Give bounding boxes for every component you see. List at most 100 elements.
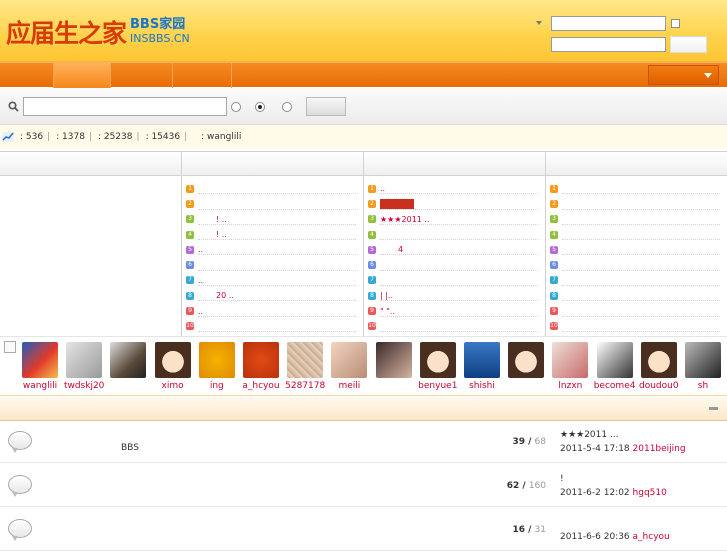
list-item[interactable]: 6 (550, 257, 720, 272)
search-button[interactable] (306, 97, 346, 116)
list-item[interactable]: 2 (186, 196, 356, 211)
last-post-title[interactable]: ★★★2011 ... (560, 430, 619, 440)
member-avatar[interactable] (596, 342, 633, 378)
forum-row[interactable]: 62 / 160! 2011-6-2 12:02 hgq510 (0, 465, 727, 507)
list-item[interactable]: 9 " ".. (368, 303, 538, 318)
login-button[interactable] (670, 36, 707, 53)
site-logo[interactable]: 应届生之家 BBS家园 INSBBS.CN (6, 12, 190, 52)
member-name[interactable]: twdskj20 (59, 381, 109, 391)
list-item[interactable]: 10 (186, 319, 356, 334)
nav-item-home[interactable] (54, 63, 111, 88)
member-avatar[interactable] (375, 342, 412, 378)
member-avatar[interactable] (552, 342, 589, 378)
nav-item-1[interactable] (0, 63, 54, 88)
list-item[interactable]: 4 (550, 227, 720, 242)
nav-item-3[interactable] (111, 63, 173, 88)
member-avatar[interactable] (508, 342, 545, 378)
member-name[interactable]: ximo (148, 381, 198, 391)
list-item[interactable]: 5.. (186, 242, 356, 257)
last-post-title[interactable]: ! (560, 474, 564, 484)
forum-row[interactable]: BBS 39 / 68 ★★★2011 ... 2011-5-4 17:18 2011… (0, 421, 727, 463)
member-name[interactable]: ing (192, 381, 242, 391)
list-item[interactable]: 8 (550, 288, 720, 303)
list-item-title[interactable] (380, 198, 414, 209)
member-avatar[interactable] (22, 342, 58, 378)
member-avatar[interactable] (110, 342, 147, 378)
list-item[interactable]: 8 20 .. (186, 288, 356, 303)
list-item[interactable]: 3 (550, 212, 720, 227)
member-name[interactable]: become4 (590, 381, 640, 391)
member-avatar[interactable] (287, 342, 324, 378)
list-item[interactable]: 8 | |.. (368, 288, 538, 303)
list-item-title[interactable]: 20 .. (216, 291, 234, 300)
list-item[interactable]: 1.. (368, 181, 538, 196)
list-item[interactable]: 3 ! .. (186, 212, 356, 227)
username-input[interactable] (551, 16, 666, 31)
list-item[interactable]: 10 (368, 319, 538, 334)
list-item[interactable]: 5 (550, 242, 720, 257)
search-radio-3[interactable] (282, 102, 292, 112)
list-item[interactable]: 9.. (186, 303, 356, 318)
list-item[interactable]: 4 (368, 227, 538, 242)
list-item[interactable]: 7 (368, 273, 538, 288)
list-item-title[interactable]: .. (198, 307, 203, 316)
list-item-title[interactable]: 4 (398, 245, 403, 254)
member-strip-checkbox[interactable] (4, 341, 16, 353)
login-type-dropdown-icon[interactable] (536, 21, 542, 25)
list-item[interactable]: 54 (368, 242, 538, 257)
member-name[interactable]: benyue1 (413, 381, 463, 391)
last-post-user[interactable]: a_hcyou (633, 532, 670, 542)
list-item-title[interactable]: .. (198, 276, 203, 285)
stat-newest-member[interactable]: : wanglili (201, 132, 241, 142)
member-avatar[interactable] (154, 342, 191, 378)
remember-checkbox[interactable] (671, 19, 680, 28)
member-name[interactable]: doudou0 (634, 381, 684, 391)
collapse-icon[interactable] (709, 407, 718, 410)
list-item[interactable]: 9 (550, 303, 720, 318)
list-item-title[interactable]: .. (198, 245, 203, 254)
member-avatar[interactable] (331, 342, 368, 378)
list-item[interactable]: 4 ! .. (186, 227, 356, 242)
search-input[interactable] (23, 97, 227, 116)
list-item[interactable]: 6 (186, 257, 356, 272)
list-item[interactable]: 2 (550, 196, 720, 211)
list-item-title[interactable]: | |.. (380, 291, 393, 300)
list-item-title[interactable]: ! .. (216, 230, 227, 239)
list-item[interactable]: 6 (368, 257, 538, 272)
member-name[interactable]: shishi (457, 381, 507, 391)
search-radio-1[interactable] (231, 102, 241, 112)
member-name[interactable]: wanglili (15, 381, 65, 391)
member-name[interactable]: lnzxn (545, 381, 595, 391)
member-name[interactable]: sh (678, 381, 727, 391)
member-avatar[interactable] (464, 342, 500, 378)
last-post-user[interactable]: hgq510 (633, 488, 667, 498)
list-item[interactable]: 7 (550, 273, 720, 288)
list-item-title[interactable]: ! .. (216, 215, 227, 224)
list-item[interactable]: 7.. (186, 273, 356, 288)
list-item[interactable]: 10 (550, 319, 720, 334)
member-avatar[interactable] (198, 342, 235, 378)
member-avatar[interactable] (419, 342, 456, 378)
list-item[interactable]: 1 (550, 181, 720, 196)
member-avatar[interactable] (66, 342, 103, 378)
member-name[interactable]: meili (324, 381, 374, 391)
password-input[interactable] (551, 37, 666, 52)
list-item[interactable]: 3 ★★★2011 .. (368, 212, 538, 227)
rank-badge: 8 (186, 291, 194, 300)
search-radio-2[interactable] (255, 102, 265, 112)
list-item-title[interactable]: ★★★2011 .. (380, 215, 430, 224)
list-item-title[interactable]: .. (380, 184, 385, 193)
list-item[interactable]: 1 (186, 181, 356, 196)
forum-title[interactable]: BBS (121, 443, 139, 453)
last-post-time: 2011-5-4 17:18 (560, 444, 630, 454)
nav-dropdown[interactable] (648, 65, 719, 85)
nav-item-4[interactable] (173, 63, 232, 88)
member-name[interactable]: 5287178 (280, 381, 330, 391)
last-post-user[interactable]: 2011beijing (633, 444, 686, 454)
member-name[interactable]: a_hcyou (236, 381, 286, 391)
list-item[interactable]: 2 (368, 196, 538, 211)
list-item-title[interactable]: " ".. (380, 307, 395, 316)
member-avatar[interactable] (640, 342, 677, 378)
member-avatar[interactable] (685, 342, 721, 378)
member-avatar[interactable] (243, 342, 279, 378)
